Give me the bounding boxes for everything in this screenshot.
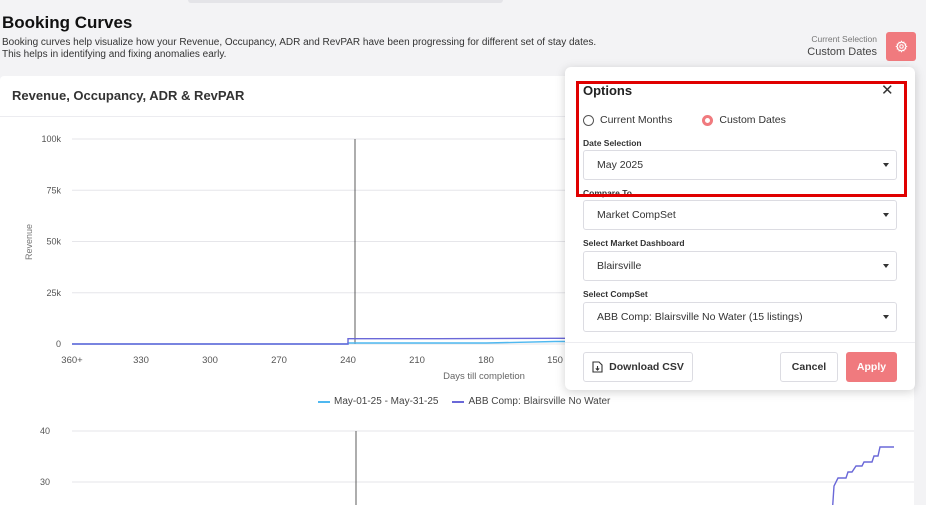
options-title: Options xyxy=(583,83,633,98)
download-file-icon xyxy=(592,361,603,373)
compare-to-select[interactable]: Market CompSet xyxy=(583,200,897,230)
market-dashboard-select[interactable]: Blairsville xyxy=(583,251,897,281)
compset-value: ABB Comp: Blairsville No Water (15 listi… xyxy=(597,311,803,323)
radio-label: Current Months xyxy=(600,114,673,126)
compset-label: Select CompSet xyxy=(583,289,648,299)
radio-current-months[interactable]: Current Months xyxy=(583,114,672,126)
market-dashboard-label: Select Market Dashboard xyxy=(583,238,685,248)
date-selection-select[interactable]: May 2025 xyxy=(583,150,897,180)
cancel-button[interactable]: Cancel xyxy=(780,352,838,382)
x-tick-label: 240 xyxy=(340,355,356,366)
chevron-down-icon xyxy=(883,264,889,268)
x-tick-label: 180 xyxy=(478,355,494,366)
download-csv-button[interactable]: Download CSV xyxy=(583,352,693,382)
compare-to-label: Compare To xyxy=(583,188,632,198)
x-tick-label: 360+ xyxy=(61,355,83,366)
legend-label: May-01-25 - May-31-25 xyxy=(334,396,439,407)
y-tick-label: 50k xyxy=(46,237,61,247)
compset-select[interactable]: ABB Comp: Blairsville No Water (15 listi… xyxy=(583,302,897,332)
x-axis-label: Days till completion xyxy=(443,371,525,382)
legend-item-2[interactable]: ABB Comp: Blairsville No Water xyxy=(452,396,610,407)
legend-item-1[interactable]: May-01-25 - May-31-25 xyxy=(318,396,438,407)
legend-swatch xyxy=(452,400,465,403)
y-tick-label: 75k xyxy=(46,185,61,195)
page-description: Booking curves help visualize how your R… xyxy=(2,37,597,60)
apply-button[interactable]: Apply xyxy=(846,352,897,382)
settings-button[interactable] xyxy=(886,32,916,61)
current-selection-value: Custom Dates xyxy=(807,46,877,58)
page-title: Booking Curves xyxy=(2,13,133,32)
radio-circle-selected xyxy=(702,114,714,126)
chart-legend: May-01-25 - May-31-25 ABB Comp: Blairsvi… xyxy=(318,396,610,407)
x-tick-label: 210 xyxy=(409,355,425,366)
download-csv-label: Download CSV xyxy=(609,361,684,373)
x-tick-label: 300 xyxy=(202,355,218,366)
x-tick-label: 150 xyxy=(547,355,563,366)
current-selection-label: Current Selection xyxy=(811,34,877,44)
top-bar-remnant xyxy=(188,0,503,3)
date-selection-label: Date Selection xyxy=(583,138,642,148)
date-mode-radio-group: Current Months Custom Dates xyxy=(583,114,786,126)
x-tick-label: 330 xyxy=(133,355,149,366)
y-tick-label: 40 xyxy=(40,426,50,436)
series-line xyxy=(832,446,894,505)
radio-custom-dates[interactable]: Custom Dates xyxy=(702,114,786,126)
options-panel: Options ✕ Current Months Custom Dates Da… xyxy=(565,67,915,390)
x-tick-label: 270 xyxy=(271,355,287,366)
date-selection-value: May 2025 xyxy=(597,159,644,171)
radio-label: Custom Dates xyxy=(719,114,786,126)
chevron-down-icon xyxy=(883,315,889,319)
legend-label: ABB Comp: Blairsville No Water xyxy=(468,396,611,407)
chevron-down-icon xyxy=(883,213,889,217)
market-dashboard-value: Blairsville xyxy=(597,260,642,272)
gear-icon xyxy=(894,40,908,53)
y-tick-label: 25k xyxy=(46,288,61,298)
y-axis-label: Revenue xyxy=(24,224,34,260)
legend-swatch xyxy=(318,400,330,403)
chevron-down-icon xyxy=(883,163,889,167)
y-tick-label: 30 xyxy=(40,477,50,487)
y-tick-label: 100k xyxy=(41,134,61,144)
radio-circle xyxy=(583,114,594,126)
compare-to-value: Market CompSet xyxy=(597,209,676,221)
panel-divider xyxy=(565,342,915,343)
y-tick-label: 0 xyxy=(56,339,61,349)
close-icon[interactable]: ✕ xyxy=(881,81,894,99)
